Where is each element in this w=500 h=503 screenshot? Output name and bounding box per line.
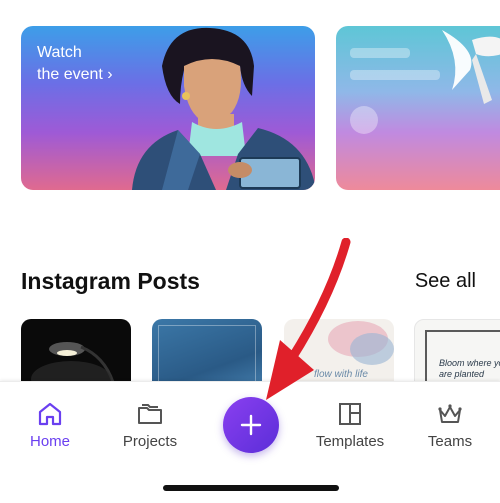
banner-cta[interactable]: Watch the event ›	[37, 42, 113, 86]
nav-label-templates: Templates	[315, 433, 385, 450]
nav-label-projects: Projects	[122, 433, 178, 450]
thumbnail-caption: flow with life	[314, 369, 368, 380]
blurred-text	[350, 48, 410, 58]
thumbnail-caption-line: are planted	[439, 369, 485, 379]
templates-icon	[339, 403, 361, 425]
create-design-button[interactable]	[223, 397, 279, 453]
plus-icon	[240, 414, 262, 436]
see-all-link[interactable]: See all	[415, 270, 476, 293]
presenter-illustration	[132, 27, 315, 190]
home-indicator	[163, 485, 339, 491]
nav-label-home: Home	[29, 433, 70, 450]
home-icon	[38, 402, 62, 426]
banner-line-1: Watch	[37, 44, 82, 61]
gift-ribbon-icon	[442, 30, 500, 104]
event-banner[interactable]: Watch the event ›	[21, 26, 315, 190]
folder-icon	[138, 404, 162, 424]
thumbnail-caption: Bloom where you are planted	[439, 358, 500, 380]
nav-item-teams[interactable]: Teams	[405, 400, 495, 450]
promo-banner[interactable]	[336, 26, 500, 190]
banner-line-2: the event ›	[37, 66, 113, 83]
nav-label-teams: Teams	[427, 433, 473, 450]
section-title: Instagram Posts	[21, 268, 200, 294]
nav-item-templates[interactable]: Templates	[305, 400, 395, 450]
crown-icon	[438, 404, 462, 423]
partial-heading	[200, 0, 260, 4]
blurred-circle	[350, 106, 378, 134]
blurred-text	[350, 70, 440, 80]
thumbnail-caption-line: Bloom where you	[439, 358, 500, 368]
nav-item-home[interactable]: Home	[5, 400, 95, 450]
nav-item-projects[interactable]: Projects	[105, 400, 195, 450]
